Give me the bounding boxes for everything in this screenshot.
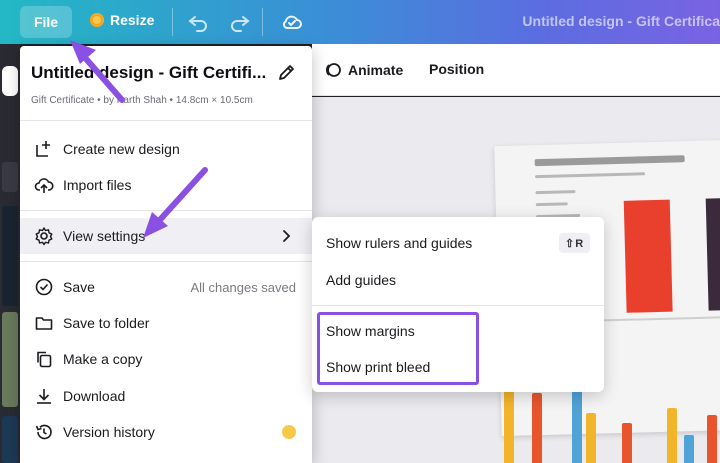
strip-item[interactable]	[2, 162, 18, 192]
menu-item-download[interactable]: Download	[20, 378, 312, 414]
strip-search-box[interactable]	[2, 66, 18, 96]
menu-item-label: View settings	[63, 228, 146, 244]
menu-divider	[20, 210, 312, 211]
submenu-divider	[312, 305, 604, 306]
paper-line	[535, 190, 576, 195]
menu-item-make-a-copy[interactable]: Make a copy	[20, 341, 312, 377]
strip-thumbnail[interactable]	[2, 206, 18, 306]
highlight-outline	[317, 312, 479, 385]
canvas-bar	[667, 408, 677, 463]
menu-item-label: Import files	[63, 177, 132, 193]
menu-item-save-to-folder[interactable]: Save to folder	[20, 305, 312, 341]
resize-label: Resize	[110, 12, 155, 28]
cloud-upload-icon	[34, 178, 54, 193]
menu-design-info: Gift Certificate • by Parth Shah • 14.8c…	[31, 95, 253, 106]
paper-line	[535, 172, 646, 179]
top-bar: File Resize Untitled design - Gift Certi…	[0, 0, 720, 44]
menu-item-label: Create new design	[63, 141, 180, 157]
animate-icon	[326, 63, 341, 77]
canvas-bar	[586, 413, 596, 463]
strip-thumbnail[interactable]	[2, 416, 18, 463]
menu-divider	[20, 120, 312, 121]
menu-item-label: Download	[63, 388, 126, 404]
menu-divider	[20, 261, 312, 262]
menu-item-label: Make a copy	[63, 351, 143, 367]
position-button[interactable]: Position	[429, 61, 484, 77]
folder-icon	[35, 317, 53, 330]
cloud-sync-icon[interactable]	[280, 10, 304, 34]
paper-line	[535, 202, 568, 207]
file-menu: Untitled design - Gift Certifi... Gift C…	[20, 46, 312, 463]
paper-heading	[534, 155, 685, 167]
undo-icon[interactable]	[186, 10, 210, 34]
submenu-item-show-rulers-and-guides[interactable]: Show rulers and guides	[326, 235, 472, 251]
animate-button[interactable]: Animate	[324, 61, 403, 79]
resize-button[interactable]: Resize	[90, 12, 154, 28]
canvas-bar	[684, 435, 694, 463]
chevron-right-icon	[283, 230, 291, 242]
file-menu-button[interactable]: File	[20, 6, 72, 38]
create-plus-icon	[36, 141, 50, 157]
menu-design-title[interactable]: Untitled design - Gift Certifi...	[31, 63, 266, 83]
document-title[interactable]: Untitled design - Gift Certifica	[522, 13, 720, 29]
paper-chart-bar	[705, 198, 720, 311]
submenu-item-add-guides[interactable]: Add guides	[326, 272, 396, 288]
paper-chart-bar	[623, 199, 673, 313]
gear-icon	[35, 227, 53, 246]
crown-icon	[90, 13, 104, 27]
toolbar-divider	[172, 8, 173, 36]
check-circle-icon	[35, 278, 53, 296]
save-status: All changes saved	[190, 279, 296, 295]
shortcut-badge: ⇧R	[559, 233, 591, 253]
animate-label: Animate	[348, 62, 404, 78]
canvas-bar	[572, 391, 582, 463]
view-settings-submenu: Show rulers and guides ⇧R Add guides Sho…	[312, 217, 604, 392]
menu-item-label: Version history	[63, 424, 155, 440]
canvas-bar	[707, 415, 717, 463]
side-panel-strip	[0, 44, 20, 463]
canvas-bar	[622, 423, 632, 463]
strip-thumbnail[interactable]	[2, 312, 18, 407]
premium-crown-icon	[282, 425, 296, 439]
menu-item-view-settings[interactable]: View settings	[20, 218, 312, 254]
menu-item-label: Save to folder	[63, 315, 150, 331]
editor-toolbar: Animate Position	[312, 44, 720, 96]
menu-item-create-new-design[interactable]: Create new design	[20, 131, 312, 167]
menu-item-version-history[interactable]: Version history	[20, 414, 312, 450]
menu-item-save[interactable]: Save All changes saved	[20, 269, 312, 305]
pencil-icon[interactable]	[277, 62, 297, 82]
menu-item-import-files[interactable]: Import files	[20, 167, 312, 203]
position-label: Position	[429, 61, 485, 77]
redo-icon[interactable]	[228, 10, 252, 34]
toolbar-divider	[262, 8, 263, 36]
canvas-bar	[532, 393, 542, 463]
copy-icon	[37, 351, 52, 368]
history-icon	[35, 424, 52, 440]
download-icon	[37, 389, 51, 404]
menu-item-label: Save	[63, 279, 95, 295]
